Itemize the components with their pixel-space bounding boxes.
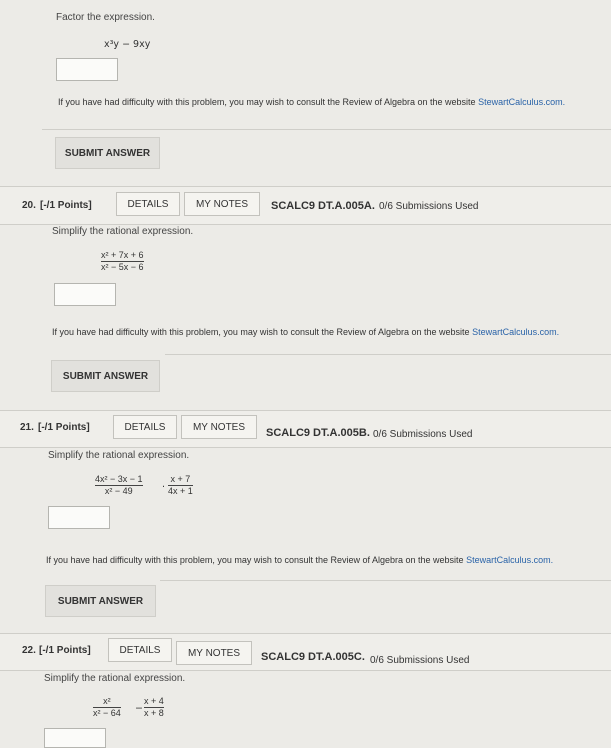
q22-mynotes-button[interactable]: MY NOTES	[176, 641, 252, 665]
divider	[0, 224, 611, 225]
q21-fraction-1: 4x² − 3x − 1 x² − 49	[95, 474, 143, 497]
q20-prompt: Simplify the rational expression.	[52, 226, 194, 237]
q21-denominator-2: 4x + 1	[168, 486, 193, 496]
q20-numerator: x² + 7x + 6	[101, 250, 144, 260]
q19-help-sentence: If you have had difficulty with this pro…	[58, 97, 479, 107]
q21-prompt: Simplify the rational expression.	[48, 450, 190, 461]
q20-points: [-/1 Points]	[40, 200, 92, 211]
q22-denominator-2: x + 8	[144, 708, 164, 718]
q19-submit-button[interactable]: SUBMIT ANSWER	[55, 137, 160, 169]
q21-fraction-2: x + 7 4x + 1	[168, 474, 193, 497]
q22-numerator-1: x²	[103, 696, 111, 706]
q22-submissions: 0/6 Submissions Used	[370, 655, 470, 666]
q22-details-button[interactable]: DETAILS	[108, 638, 172, 662]
q20-number: 20.	[22, 200, 36, 211]
q21-numerator-1: 4x² − 3x − 1	[95, 474, 143, 484]
q21-submissions: 0/6 Submissions Used	[373, 429, 473, 440]
q20-fraction: x² + 7x + 6 x² − 5x − 6	[101, 250, 144, 273]
q22-code: SCALC9 DT.A.005C.	[261, 651, 365, 663]
q21-operator: ·	[162, 482, 166, 493]
divider	[0, 633, 611, 634]
q20-submissions: 0/6 Submissions Used	[379, 201, 479, 212]
q20-mynotes-button[interactable]: MY NOTES	[184, 192, 260, 216]
divider	[0, 410, 611, 411]
q21-number: 21.	[20, 422, 34, 433]
divider	[0, 447, 611, 448]
q20-denominator: x² − 5x − 6	[101, 262, 144, 272]
q22-answer-input[interactable]	[44, 728, 106, 748]
divider	[42, 129, 611, 130]
q20-answer-input[interactable]	[54, 283, 116, 306]
q21-denominator-1: x² − 49	[104, 486, 133, 496]
q20-submit-button[interactable]: SUBMIT ANSWER	[51, 360, 160, 392]
q21-numerator-2: x + 7	[170, 474, 191, 484]
q21-code: SCALC9 DT.A.005B.	[266, 427, 370, 439]
q22-denominator-1: x² − 64	[93, 708, 121, 718]
q20-help-sentence: If you have had difficulty with this pro…	[52, 327, 473, 337]
divider	[0, 670, 611, 671]
q21-help-text: If you have had difficulty with this pro…	[46, 555, 553, 565]
q21-help-link[interactable]: StewartCalculus.com.	[466, 555, 553, 565]
q21-submit-button[interactable]: SUBMIT ANSWER	[45, 585, 156, 617]
q22-numerator-2: x + 4	[144, 696, 164, 706]
q19-expression: x³y − 9xy	[104, 39, 151, 50]
q19-help-text: If you have had difficulty with this pro…	[58, 97, 565, 107]
divider	[160, 580, 611, 581]
q22-operator: −	[135, 703, 143, 714]
q21-answer-input[interactable]	[48, 506, 110, 529]
q22-fraction-1: x² x² − 64	[93, 696, 121, 719]
q19-help-link[interactable]: StewartCalculus.com.	[478, 97, 565, 107]
q21-help-sentence: If you have had difficulty with this pro…	[46, 555, 467, 565]
q21-mynotes-button[interactable]: MY NOTES	[181, 415, 257, 439]
q20-details-button[interactable]: DETAILS	[116, 192, 180, 216]
q21-details-button[interactable]: DETAILS	[113, 415, 177, 439]
divider	[0, 186, 611, 187]
q20-code: SCALC9 DT.A.005A.	[271, 200, 375, 212]
divider	[165, 354, 611, 355]
q20-help-text: If you have had difficulty with this pro…	[52, 327, 559, 337]
q19-prompt: Factor the expression.	[56, 12, 155, 23]
q20-help-link[interactable]: StewartCalculus.com.	[472, 327, 559, 337]
q22-points: [-/1 Points]	[39, 645, 91, 656]
q21-points: [-/1 Points]	[38, 422, 90, 433]
q19-answer-input[interactable]	[56, 58, 118, 81]
q22-number: 22.	[22, 645, 36, 656]
q22-fraction-2: x + 4 x + 8	[144, 696, 164, 719]
q22-prompt: Simplify the rational expression.	[44, 673, 186, 684]
